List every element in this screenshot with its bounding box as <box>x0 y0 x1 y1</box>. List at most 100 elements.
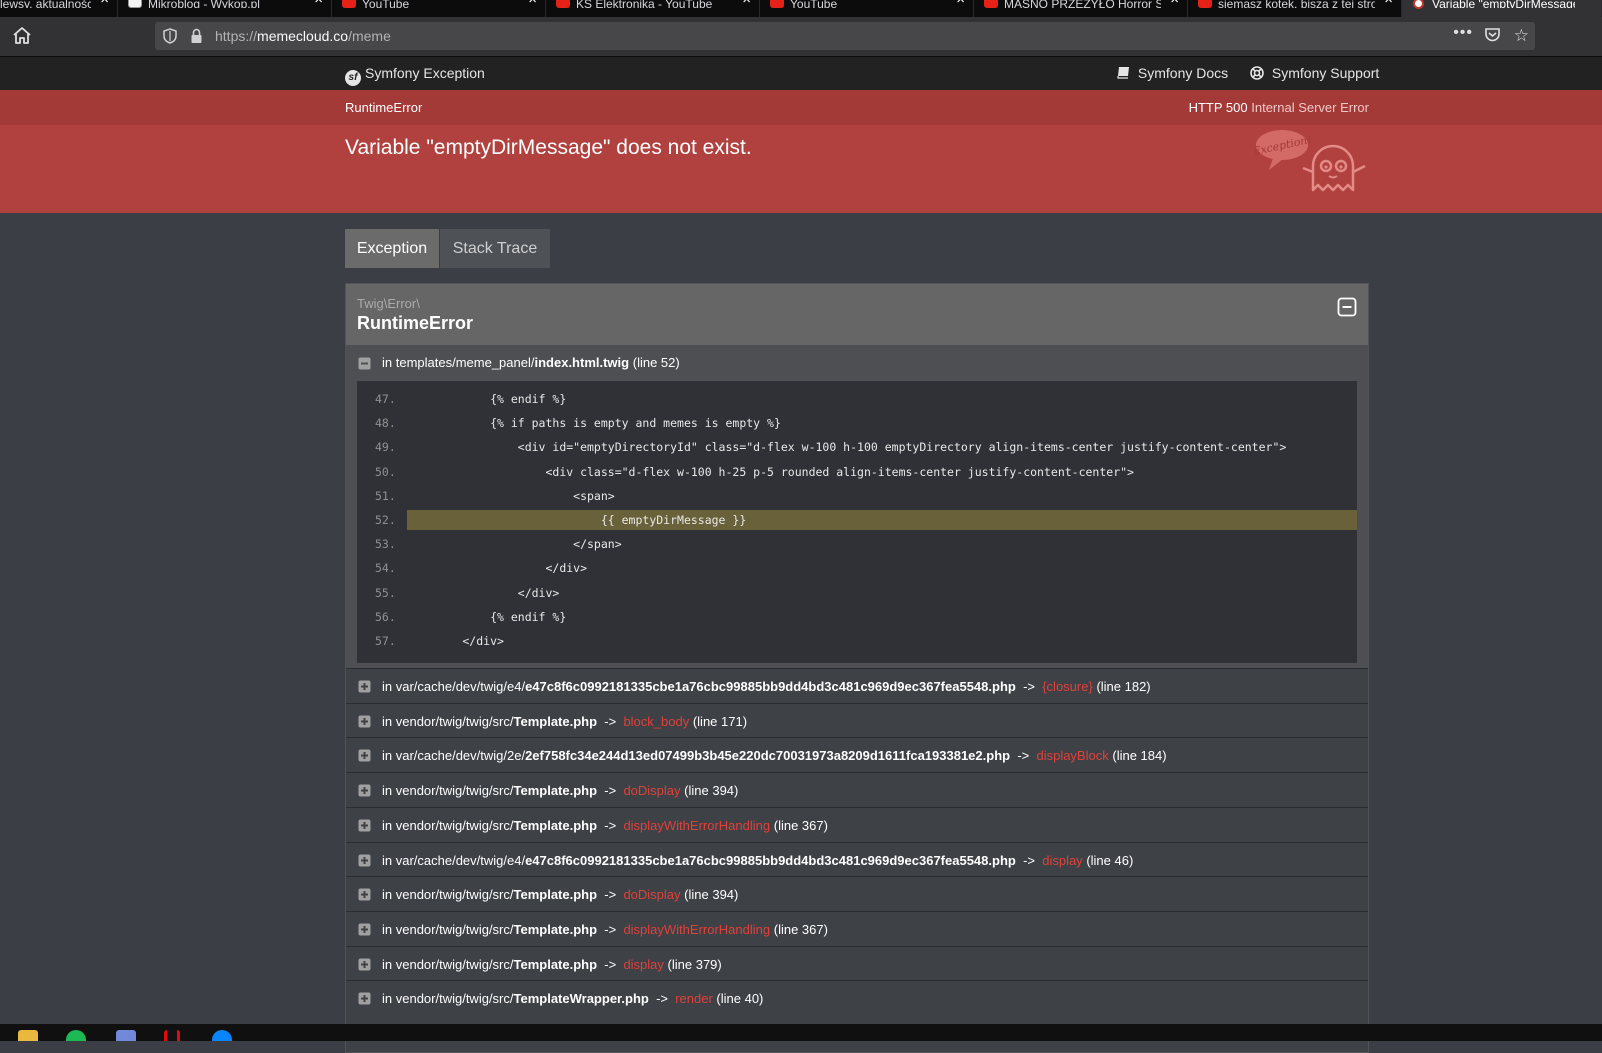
windows-taskbar <box>0 1024 1602 1041</box>
home-icon[interactable] <box>10 24 34 48</box>
browser-tab[interactable]: MASNO PRZEŻYŁO Horror St × <box>974 0 1188 17</box>
expand-frame-icon[interactable] <box>358 784 371 797</box>
frame-path: in vendor/twig/twig/src/ <box>382 887 514 903</box>
frame-line: (line 184) <box>1112 748 1167 764</box>
youtube-favicon-icon <box>556 0 570 8</box>
discord-icon[interactable] <box>116 1030 136 1041</box>
trace-frame[interactable]: in var/cache/dev/twig/2e/2ef758fc34e244d… <box>346 737 1368 773</box>
trace-frame[interactable]: in vendor/twig/twig/src/Template.php -> … <box>346 910 1368 946</box>
browser-tab[interactable]: lewsy, aktualności × <box>0 0 118 17</box>
wykop-favicon-icon <box>128 0 142 8</box>
tracking-protection-shield-icon[interactable] <box>163 28 177 49</box>
code-line: 50. <div class="d-flex w-100 h-25 p-5 ro… <box>357 462 1357 482</box>
browser-tab[interactable]: YouTube × <box>760 0 974 17</box>
symfony-support-link[interactable]: Symfony Support <box>1250 65 1379 81</box>
frame-line: (line 367) <box>773 921 828 937</box>
browser-tab-title: Variable "emptyDirMessage" <box>1432 0 1575 8</box>
symfony-header: sf Symfony Exception Symfony Docs Symfony… <box>0 57 1602 90</box>
bookmark-star-icon[interactable]: ☆ <box>1514 26 1529 46</box>
spotify-icon[interactable] <box>66 1030 86 1041</box>
frame-location: in templates/meme_panel/index.html.twig … <box>382 355 680 370</box>
frame-file: TemplateWrapper.php <box>513 991 649 1007</box>
address-bar[interactable]: https://memecloud.co/meme ••• ☆ <box>155 22 1535 50</box>
trace-frame[interactable]: in vendor/twig/twig/src/TemplateWrapper.… <box>346 980 1368 1016</box>
frame-location: in vendor/twig/twig/src/Template.php -> … <box>382 887 738 902</box>
frame-line: (line 171) <box>692 713 748 729</box>
tab-stack-trace[interactable]: Stack Trace <box>440 229 550 268</box>
browser-tab[interactable]: siemasz kotek, bisza z tej stro × <box>1188 0 1402 17</box>
symfony-docs-link[interactable]: Symfony Docs <box>1117 65 1228 81</box>
frame-file: Template.php <box>513 783 598 799</box>
frame-location: in vendor/twig/twig/src/Template.php -> … <box>382 818 828 833</box>
frame-function: doDisplay <box>623 887 681 903</box>
messenger-icon[interactable] <box>212 1030 232 1041</box>
line-number: 54. <box>375 561 396 576</box>
expand-frame-icon[interactable] <box>358 923 371 936</box>
frame-path: in vendor/twig/twig/src/ <box>382 817 514 833</box>
frame-path: in var/cache/dev/twig/2e/ <box>382 748 526 764</box>
close-tab-icon[interactable]: × <box>1170 0 1179 7</box>
youtube-favicon-icon <box>770 0 784 8</box>
trace-frame[interactable]: in vendor/twig/twig/src/Template.php -> … <box>346 702 1368 738</box>
browser-tab[interactable]: KS Elektronika - YouTube × <box>546 0 760 17</box>
url-text[interactable]: https://memecloud.co/meme <box>215 28 391 44</box>
close-tab-icon[interactable]: × <box>956 0 965 7</box>
page-actions-more-icon[interactable]: ••• <box>1453 24 1473 42</box>
trace-frame[interactable]: in vendor/twig/twig/src/Template.php -> … <box>346 945 1368 981</box>
expand-frame-icon[interactable] <box>358 854 371 867</box>
trace-frame[interactable]: in var/cache/dev/twig/e4/e47c8f6c0992181… <box>346 841 1368 877</box>
line-number: 55. <box>375 585 396 600</box>
code-text: <span> <box>407 488 615 503</box>
frame-function: {closure} <box>1042 679 1093 694</box>
close-tab-icon[interactable]: × <box>1384 0 1393 7</box>
pocket-icon[interactable] <box>1484 27 1501 48</box>
youtube-favicon-icon <box>984 0 998 8</box>
file-explorer-icon[interactable] <box>18 1030 38 1041</box>
exception-panel-header: Twig\Error\ RuntimeError <box>346 284 1368 345</box>
expand-frame-icon[interactable] <box>358 888 371 901</box>
close-tab-icon[interactable]: × <box>100 0 109 7</box>
code-text: {{ emptyDirMessage }} <box>407 513 747 527</box>
collapse-frame-icon[interactable] <box>358 357 371 370</box>
code-text: {% endif %} <box>407 392 567 406</box>
frame-location: in var/cache/dev/twig/e4/e47c8f6c0992181… <box>382 679 1151 694</box>
frame-path: in vendor/twig/twig/src/ <box>382 956 514 972</box>
close-tab-icon[interactable]: × <box>314 0 323 7</box>
collapse-trace-icon[interactable] <box>1337 297 1357 322</box>
expand-frame-icon[interactable] <box>358 992 371 1005</box>
netflix-icon[interactable] <box>164 1030 180 1041</box>
trace-frame-expanded: in templates/meme_panel/index.html.twig … <box>346 345 1368 668</box>
http-code: HTTP 500 <box>1188 100 1248 115</box>
frame-path: in vendor/twig/twig/src/ <box>382 713 514 729</box>
trace-frame[interactable]: in var/cache/dev/twig/e4/e47c8f6c0992181… <box>346 668 1368 703</box>
lock-icon[interactable] <box>190 28 203 49</box>
trace-frame[interactable]: in vendor/twig/twig/src/Template.php -> … <box>346 806 1368 842</box>
expand-frame-icon[interactable] <box>358 715 371 728</box>
frame-arrow: -> <box>604 921 617 937</box>
frame-location: in vendor/twig/twig/src/Template.php -> … <box>382 957 722 972</box>
exception-namespace: Twig\Error\ <box>357 296 420 311</box>
trace-frame[interactable]: in vendor/twig/twig/src/Template.php -> … <box>346 772 1368 808</box>
frame-function: displayBlock <box>1036 748 1109 764</box>
expand-frame-icon[interactable] <box>358 958 371 971</box>
frame-arrow: -> <box>604 783 617 799</box>
frame-arrow: -> <box>604 887 617 903</box>
http-status-text: Internal Server Error <box>1251 100 1369 115</box>
frame-arrow: -> <box>1023 679 1035 694</box>
line-number: 49. <box>375 440 396 455</box>
browser-tab[interactable]: Mikroblog - Wykop.pl × <box>118 0 332 17</box>
expand-frame-icon[interactable] <box>358 819 371 832</box>
frame-arrow: -> <box>1017 748 1030 764</box>
tab-exception[interactable]: Exception <box>345 229 439 268</box>
browser-tab-active[interactable]: Variable "emptyDirMessage" <box>1402 0 1602 17</box>
youtube-favicon-icon <box>342 0 356 8</box>
expand-frame-icon[interactable] <box>358 749 371 762</box>
expand-frame-icon[interactable] <box>358 680 371 693</box>
frame-path: in var/cache/dev/twig/e4/ <box>382 852 526 868</box>
trace-frame[interactable]: in vendor/twig/twig/src/Template.php -> … <box>346 876 1368 912</box>
browser-tab[interactable]: YouTube × <box>332 0 546 17</box>
close-tab-icon[interactable]: × <box>528 0 537 7</box>
close-tab-icon[interactable]: × <box>742 0 751 7</box>
frame-location: in vendor/twig/twig/src/TemplateWrapper.… <box>382 991 763 1006</box>
line-number: 48. <box>375 416 396 431</box>
